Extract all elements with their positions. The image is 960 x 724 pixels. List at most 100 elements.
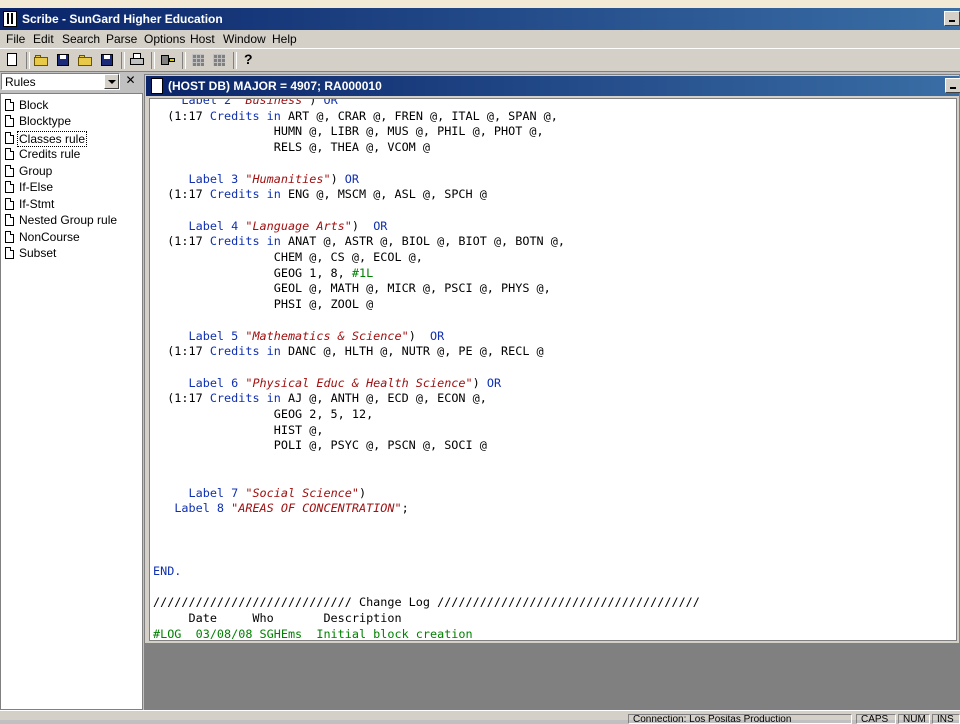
code-line: HUMN @, LIBR @, MUS @, PHIL @, PHOT @,: [153, 124, 544, 139]
code-token: Label 7: [188, 485, 246, 500]
chevron-down-icon[interactable]: [104, 74, 119, 89]
code-line: (1:17 Credits in ART @, CRAR @, FREN @, …: [153, 109, 558, 124]
menu-file[interactable]: File: [6, 32, 25, 46]
code-line: (1:17 Credits in ENG @, MSCM @, ASL @, S…: [153, 187, 487, 202]
document-title: (HOST DB) MAJOR = 4907; RA000010: [168, 79, 382, 93]
open-icon[interactable]: [33, 52, 49, 68]
grid-icon[interactable]: [211, 52, 227, 68]
code-line: Label 6 "Physical Educ & Health Science"…: [153, 375, 502, 391]
app-titlebar: Scribe - SunGard Higher Education: [0, 8, 960, 30]
code-line: #LOG 03/08/08 SGHEms Initial block creat…: [153, 626, 473, 641]
window-caption-buttons: [944, 11, 960, 27]
code-token: ): [358, 485, 367, 500]
code-line: HIST @,: [153, 422, 324, 438]
code-token: Credits: [209, 187, 260, 202]
code-token: "Language Arts": [245, 218, 352, 233]
code-token: in: [266, 108, 281, 123]
code-token: Credits: [209, 234, 260, 249]
code-token: Label 4: [188, 218, 246, 233]
page-icon: [5, 181, 14, 193]
new-icon[interactable]: [4, 52, 20, 68]
code-token: ENG @, MSCM @, ASL @, SPCH @: [280, 187, 487, 202]
open-folder-icon[interactable]: [77, 52, 93, 68]
document-icon[interactable]: [151, 78, 163, 94]
code-token: Label 2: [181, 98, 239, 107]
page-icon: [5, 165, 14, 177]
code-token: OR: [323, 98, 338, 107]
menu-window[interactable]: Window: [223, 32, 266, 46]
code-token: (1:17: [153, 391, 210, 406]
toolbar-separator: [182, 52, 186, 69]
code-token: (1:17: [153, 108, 210, 123]
code-token: ART @, CRAR @, FREN @, ITAL @, SPAN @,: [280, 108, 558, 123]
menu-search[interactable]: Search: [62, 32, 100, 46]
code-line: //////////////////////////// Change Log …: [153, 595, 700, 610]
status-num: NUM: [898, 714, 930, 724]
toolbar-separator: [26, 52, 30, 69]
code-token: "Social Science": [245, 485, 359, 500]
code-token: Label 5: [188, 328, 246, 343]
code-line: PHSI @, ZOOL @: [153, 297, 373, 312]
rules-combo-value: Rules: [5, 75, 36, 89]
rules-combo[interactable]: Rules: [1, 73, 120, 90]
code-token: #LOG 03/08/08 SGHEms Initial block creat…: [153, 626, 473, 641]
code-line: RELS @, THEA @, VCOM @: [153, 140, 430, 155]
code-token: CHEM @, CS @, ECOL @,: [153, 250, 423, 264]
code-line: GEOL @, MATH @, MICR @, PSCI @, PHYS @,: [153, 281, 551, 296]
code-editor[interactable]: Label 2 "Business") OR (1:17 Credits in …: [149, 98, 957, 641]
close-icon[interactable]: ✕: [122, 73, 139, 89]
menu-help[interactable]: Help: [272, 32, 297, 46]
status-bar: Connection: Los Positas Production CAPS …: [0, 710, 960, 724]
save-all-icon[interactable]: [99, 52, 115, 68]
code-line: Date Who Description: [153, 611, 402, 626]
help-icon[interactable]: ?: [241, 51, 257, 68]
toolbar-separator: [151, 52, 155, 69]
code-token: "Business": [238, 98, 310, 107]
menu-edit[interactable]: Edit: [33, 32, 54, 46]
status-caps: CAPS: [856, 714, 896, 724]
document-minimize-button[interactable]: [945, 78, 960, 93]
page-icon: [5, 231, 14, 243]
code-line: END.: [153, 564, 181, 579]
code-token: Date Who Description: [153, 611, 402, 626]
save-icon[interactable]: [55, 52, 71, 68]
code-token: HUMN @, LIBR @, MUS @, PHIL @, PHOT @,: [153, 124, 544, 139]
host-icon[interactable]: [160, 52, 176, 68]
minimize-button[interactable]: [944, 11, 960, 26]
menu-host[interactable]: Host: [190, 32, 215, 46]
code-token: OR: [344, 171, 360, 186]
code-line: CHEM @, CS @, ECOL @,: [153, 250, 423, 265]
code-token: (1:17: [153, 344, 210, 359]
code-token: in: [266, 234, 281, 249]
toolbar-separator: [121, 52, 125, 69]
code-token: POLI @, PSYC @, PSCN @, SOCI @: [153, 438, 487, 453]
code-token: ): [408, 328, 431, 343]
code-token: OR: [486, 375, 502, 390]
code-token: "Humanities": [245, 171, 331, 186]
scribe-app-icon[interactable]: [3, 11, 17, 27]
grid-icon[interactable]: [190, 52, 206, 68]
code-token: DANC @, HLTH @, NUTR @, PE @, RECL @: [280, 344, 544, 359]
code-line: Label 3 "Humanities") OR: [153, 171, 360, 187]
code-token: ): [472, 375, 487, 390]
code-token: Label 3: [188, 171, 246, 186]
code-token: Credits: [209, 391, 260, 406]
code-token: Label 6: [188, 375, 246, 390]
code-line: (1:17 Credits in AJ @, ANTH @, ECD @, EC…: [153, 391, 487, 406]
code-token: "AREAS OF CONCENTRATION": [231, 501, 402, 516]
code-token: HIST @,: [153, 422, 324, 437]
page-icon: [5, 148, 14, 160]
menu-parse[interactable]: Parse: [106, 32, 137, 46]
print-icon[interactable]: [129, 52, 145, 68]
menu-options[interactable]: Options: [144, 32, 185, 46]
code-line: GEOG 2, 5, 12,: [153, 407, 373, 422]
status-ins: INS: [932, 714, 960, 724]
